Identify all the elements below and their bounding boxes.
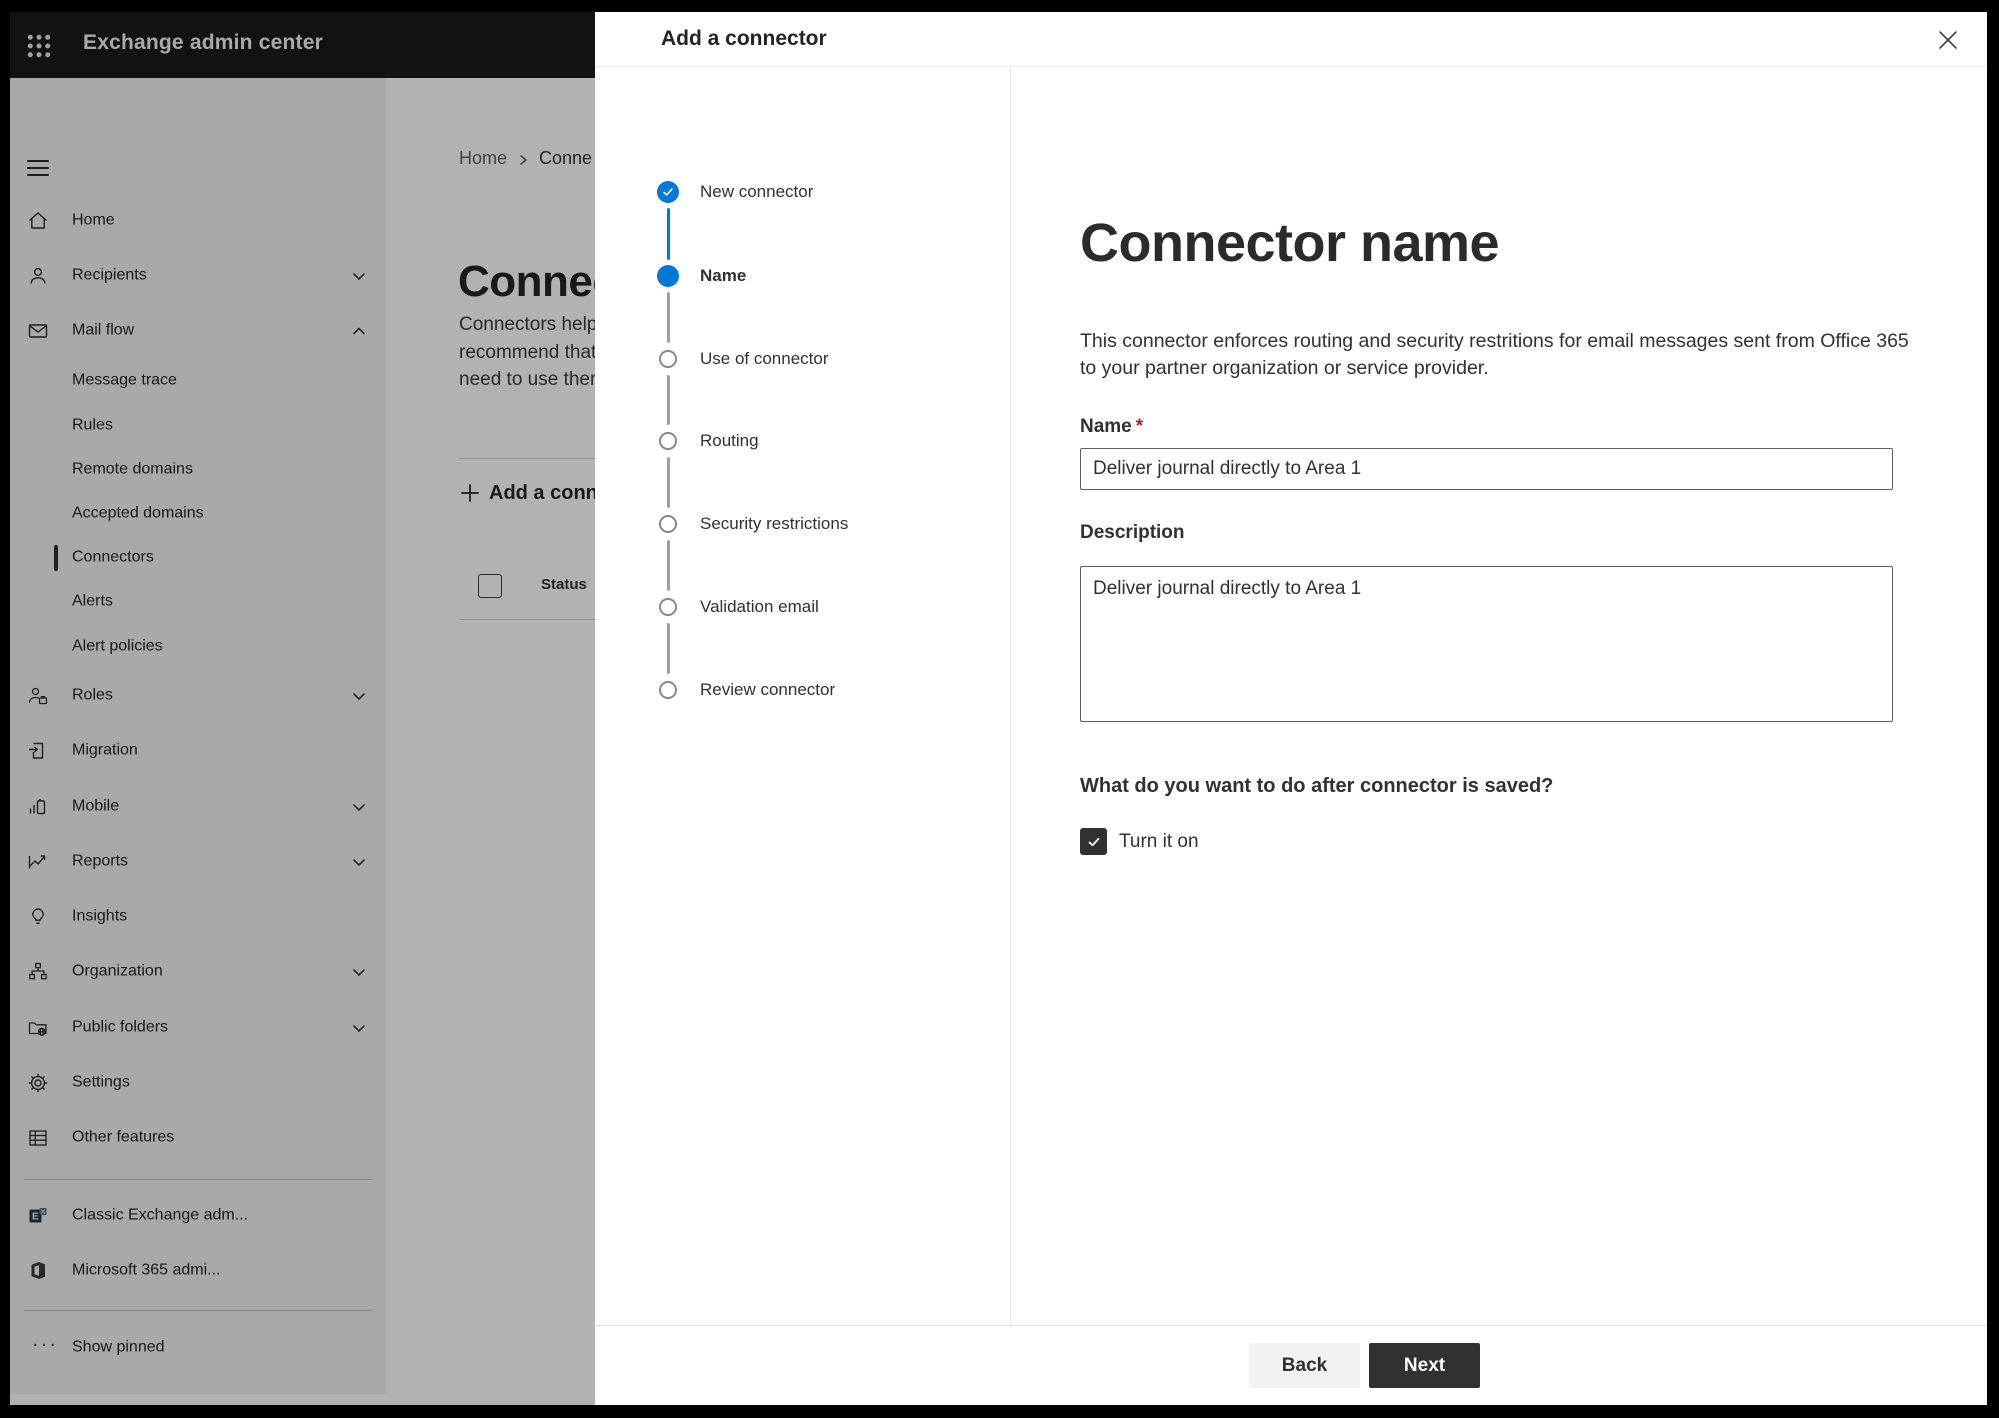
step-connector-line xyxy=(667,292,670,343)
step-completed-icon xyxy=(657,181,679,203)
dialog-title: Add a connector xyxy=(661,27,827,50)
connector-name-input[interactable] xyxy=(1080,448,1893,490)
step-heading: Connector name xyxy=(1080,213,1500,274)
step-new-connector[interactable]: New connector xyxy=(657,181,813,203)
step-name[interactable]: Name xyxy=(657,265,746,287)
add-connector-dialog: Add a connector New connector Name Use o… xyxy=(595,12,1987,1405)
step-use-of-connector: Use of connector xyxy=(657,348,829,370)
step-security-restrictions: Security restrictions xyxy=(657,513,848,535)
name-field-label: Name * xyxy=(1080,416,1144,437)
step-connector-line xyxy=(667,623,670,674)
description-field-label: Description xyxy=(1080,522,1185,543)
step-connector-line xyxy=(667,457,670,508)
step-review-connector: Review connector xyxy=(657,679,835,701)
checkmark-icon xyxy=(663,188,673,196)
step-routing: Routing xyxy=(657,430,759,452)
back-button[interactable]: Back xyxy=(1249,1343,1360,1388)
checkbox-checked[interactable] xyxy=(1080,828,1107,855)
step-connector-line xyxy=(667,208,670,260)
step-upcoming-icon xyxy=(659,350,677,368)
after-save-question: What do you want to do after connector i… xyxy=(1080,775,1554,797)
next-button[interactable]: Next xyxy=(1369,1343,1480,1388)
footer-divider xyxy=(595,1325,1987,1326)
step-connector-line xyxy=(667,375,670,425)
turn-it-on-label: Turn it on xyxy=(1119,830,1199,852)
steps-content-divider xyxy=(1010,66,1011,1325)
step-active-icon xyxy=(657,265,679,287)
dialog-header: Add a connector xyxy=(595,12,1987,67)
close-button[interactable] xyxy=(1931,23,1965,57)
step-upcoming-icon xyxy=(659,598,677,616)
turn-it-on-checkbox-row[interactable]: Turn it on xyxy=(1080,828,1199,855)
step-connector-line xyxy=(667,540,670,591)
screenshot-canvas: Exchange admin center Home Recipients Ma… xyxy=(0,0,1999,1418)
step-upcoming-icon xyxy=(659,432,677,450)
checkmark-icon xyxy=(1088,837,1099,846)
close-icon xyxy=(1939,31,1957,49)
required-asterisk: * xyxy=(1135,416,1144,437)
wizard-steps: New connector Name Use of connector Rout… xyxy=(595,66,1010,1325)
step-validation-email: Validation email xyxy=(657,596,819,618)
connector-description-textarea[interactable]: Deliver journal directly to Area 1 xyxy=(1080,566,1893,722)
step-intro-text: This connector enforces routing and secu… xyxy=(1080,330,1909,379)
app-window: Exchange admin center Home Recipients Ma… xyxy=(10,12,1987,1405)
step-upcoming-icon xyxy=(659,515,677,533)
step-upcoming-icon xyxy=(659,681,677,699)
